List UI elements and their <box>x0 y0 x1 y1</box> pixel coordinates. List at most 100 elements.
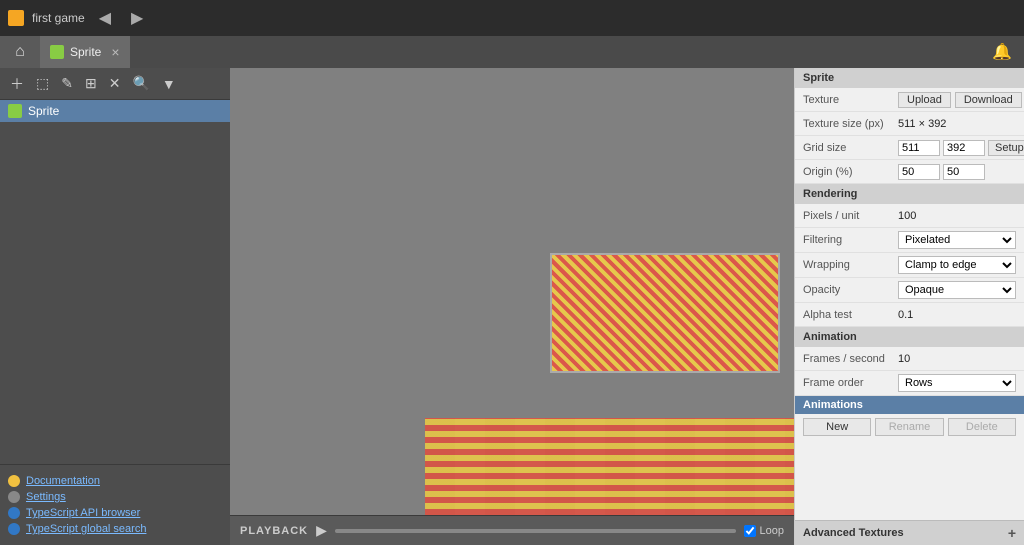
wrapping-row: Wrapping Clamp to edge Repeat <box>795 253 1024 278</box>
sidebar-footer: Documentation Settings TypeScript API br… <box>0 464 230 545</box>
tabbar: ⌂ Sprite × 🔔 <box>0 36 1024 68</box>
right-panel: Sprite Texture Upload Download Texture s… <box>794 68 1024 545</box>
home-button[interactable]: ⌂ <box>0 36 40 68</box>
add-button[interactable]: ＋ <box>6 72 28 96</box>
alpha-test-value: 0.1 <box>898 309 1016 321</box>
back-button[interactable]: ◀ <box>93 8 117 28</box>
play-button[interactable]: ▶ <box>316 522 327 539</box>
grid-size-row: Grid size Setup <box>795 136 1024 160</box>
frame-order-label: Frame order <box>803 377 898 389</box>
notifications-bell[interactable]: 🔔 <box>980 42 1024 62</box>
origin-x-input[interactable] <box>898 164 940 180</box>
ts-api-label: TypeScript API browser <box>26 507 140 519</box>
filtering-row: Filtering Pixelated Linear <box>795 228 1024 253</box>
sprite-tab[interactable]: Sprite × <box>40 36 130 68</box>
animations-label: Animations <box>803 399 863 411</box>
origin-row: Origin (%) <box>795 160 1024 184</box>
delete-button[interactable]: ✕ <box>105 73 125 94</box>
grid-size-label: Grid size <box>803 142 898 154</box>
pixels-unit-value: 100 <box>898 210 1016 222</box>
rename-animation-button[interactable]: Rename <box>875 418 943 436</box>
new-animation-button[interactable]: New <box>803 418 871 436</box>
setup-button[interactable]: Setup <box>988 140 1024 156</box>
wrapping-label: Wrapping <box>803 259 898 271</box>
ts-api-icon <box>8 507 20 519</box>
documentation-link[interactable]: Documentation <box>8 473 222 489</box>
pixels-unit-row: Pixels / unit 100 <box>795 204 1024 228</box>
origin-y-input[interactable] <box>943 164 985 180</box>
filter-button[interactable]: ▼ <box>158 74 180 94</box>
tab-close-button[interactable]: × <box>111 44 119 60</box>
grid-height-input[interactable] <box>943 140 985 156</box>
ts-api-link[interactable]: TypeScript API browser <box>8 505 222 521</box>
file-label: Sprite <box>28 104 59 118</box>
list-item[interactable]: Sprite <box>0 100 230 122</box>
texture-size-value: 511 × 392 <box>898 118 1016 130</box>
duplicate-button[interactable]: ⊞ <box>81 73 101 94</box>
documentation-icon <box>8 475 20 487</box>
origin-label: Origin (%) <box>803 166 898 178</box>
rename-button[interactable]: ✎ <box>57 73 77 94</box>
ts-global-icon <box>8 523 20 535</box>
animation-actions: New Rename Delete <box>795 414 1024 440</box>
forward-button[interactable]: ▶ <box>125 8 149 28</box>
loop-control: Loop <box>744 525 784 537</box>
new-file-button[interactable]: ⬚ <box>32 73 53 94</box>
wrapping-select[interactable]: Clamp to edge Repeat <box>898 256 1016 274</box>
alpha-test-row: Alpha test 0.1 <box>795 303 1024 327</box>
file-list: Sprite <box>0 100 230 464</box>
app-icon <box>8 10 24 26</box>
texture-row: Texture Upload Download <box>795 88 1024 112</box>
animation-section-header: Animation <box>795 327 1024 347</box>
ts-global-label: TypeScript global search <box>26 523 146 535</box>
titlebar: first game ◀ ▶ <box>0 0 1024 36</box>
texture-size-label: Texture size (px) <box>803 118 898 130</box>
delete-animation-button[interactable]: Delete <box>948 418 1016 436</box>
filtering-label: Filtering <box>803 234 898 246</box>
pixels-unit-label: Pixels / unit <box>803 210 898 222</box>
canvas-view[interactable] <box>230 68 794 515</box>
filtering-select[interactable]: Pixelated Linear <box>898 231 1016 249</box>
sprite-section-header: Sprite <box>795 68 1024 88</box>
settings-link[interactable]: Settings <box>8 489 222 505</box>
sprite-preview-top <box>550 253 780 373</box>
sprite-sheet-top <box>552 255 778 371</box>
playback-label: PLAYBACK <box>240 525 308 537</box>
advanced-textures-footer: Advanced Textures + <box>795 520 1024 545</box>
frames-second-value: 10 <box>898 353 1016 365</box>
texture-label: Texture <box>803 94 898 106</box>
loop-checkbox[interactable] <box>744 525 756 537</box>
opacity-select[interactable]: Opaque Transparent <box>898 281 1016 299</box>
search-button[interactable]: 🔍 <box>128 73 153 94</box>
settings-label: Settings <box>26 491 66 503</box>
main-layout: ＋ ⬚ ✎ ⊞ ✕ 🔍 ▼ Sprite Documentation Setti… <box>0 68 1024 545</box>
documentation-label: Documentation <box>26 475 100 487</box>
frame-order-row: Frame order Rows Columns <box>795 371 1024 396</box>
download-button[interactable]: Download <box>955 92 1022 108</box>
sprite-bottom <box>425 418 794 515</box>
tab-icon <box>50 45 64 59</box>
tab-label: Sprite <box>70 45 101 59</box>
frames-second-label: Frames / second <box>803 353 898 365</box>
opacity-label: Opacity <box>803 284 898 296</box>
ts-global-link[interactable]: TypeScript global search <box>8 521 222 537</box>
advanced-textures-label: Advanced Textures <box>803 527 904 539</box>
app-title: first game <box>32 11 85 25</box>
grid-width-input[interactable] <box>898 140 940 156</box>
alpha-test-label: Alpha test <box>803 309 898 321</box>
playback-bar: PLAYBACK ▶ Loop <box>230 515 794 545</box>
settings-icon <box>8 491 20 503</box>
frames-second-row: Frames / second 10 <box>795 347 1024 371</box>
loop-label: Loop <box>760 525 784 537</box>
sidebar-toolbar: ＋ ⬚ ✎ ⊞ ✕ 🔍 ▼ <box>0 68 230 100</box>
opacity-row: Opacity Opaque Transparent <box>795 278 1024 303</box>
canvas-area: PLAYBACK ▶ Loop <box>230 68 794 545</box>
sprite-sheet-bottom <box>425 418 794 515</box>
advanced-textures-plus-button[interactable]: + <box>1008 525 1016 541</box>
rendering-section-header: Rendering <box>795 184 1024 204</box>
sidebar: ＋ ⬚ ✎ ⊞ ✕ 🔍 ▼ Sprite Documentation Setti… <box>0 68 230 545</box>
texture-size-row: Texture size (px) 511 × 392 <box>795 112 1024 136</box>
upload-button[interactable]: Upload <box>898 92 951 108</box>
progress-bar[interactable] <box>335 529 736 533</box>
frame-order-select[interactable]: Rows Columns <box>898 374 1016 392</box>
